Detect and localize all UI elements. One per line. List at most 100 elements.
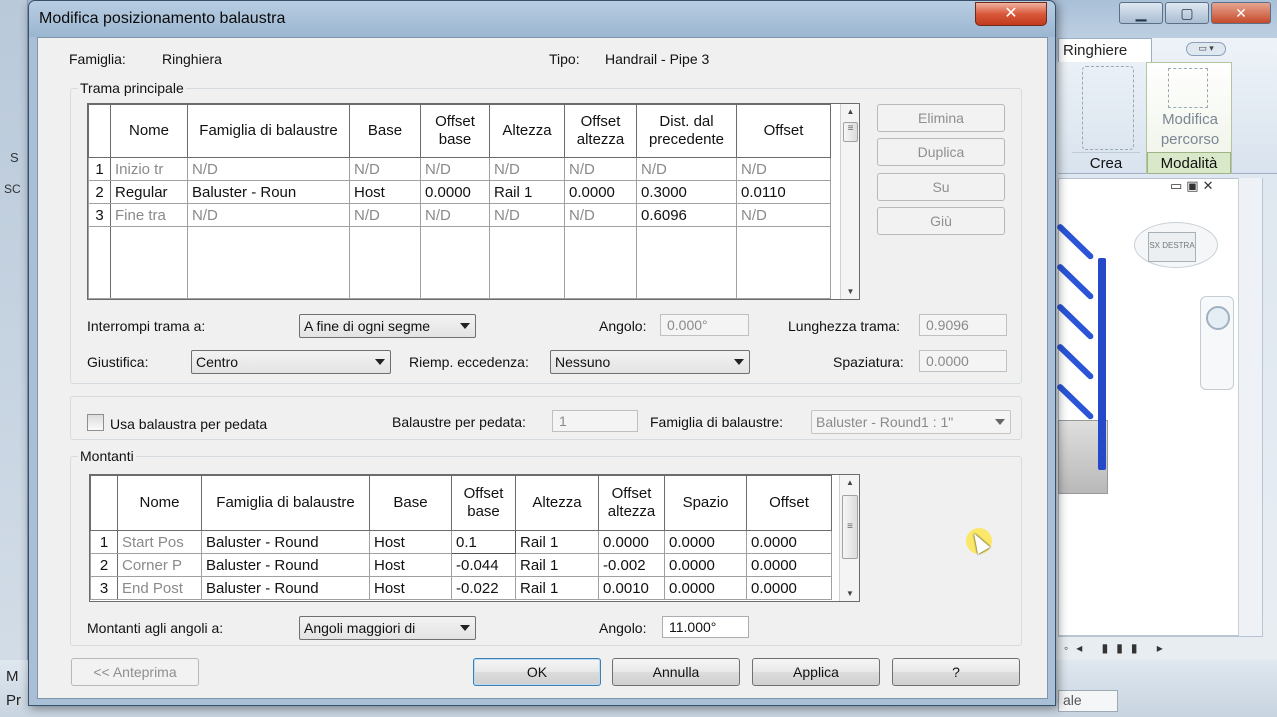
cell-spazio[interactable]: 0.0000 xyxy=(664,576,747,600)
cell-offset-base[interactable]: N/D xyxy=(420,157,490,181)
cell-offset-altezza[interactable]: 0.0000 xyxy=(564,180,637,204)
cell-offset[interactable]: 0.0110 xyxy=(736,180,831,204)
cell-offset-altezza[interactable]: N/D xyxy=(564,157,637,181)
su-button[interactable]: Su xyxy=(877,173,1005,201)
cell-famiglia[interactable]: N/D xyxy=(187,157,350,181)
cell-nome[interactable]: End Post xyxy=(117,576,202,600)
usa-balaustra-checkbox[interactable] xyxy=(87,414,104,431)
interrompi-trama-select[interactable]: A fine di ogni segme xyxy=(299,314,476,338)
montanti-col-offset[interactable]: Offset xyxy=(746,475,832,531)
cell-base[interactable]: Host xyxy=(369,553,452,577)
trama-col-famiglia[interactable]: Famiglia di balaustre xyxy=(187,104,350,158)
cell-dist[interactable]: 0.6096 xyxy=(636,203,737,227)
scroll-thumb[interactable]: ≡ xyxy=(842,495,858,559)
table-row[interactable]: 3 Fine tra N/D N/D N/D N/D N/D 0.6096 N/… xyxy=(88,203,831,227)
maximize-icon[interactable]: ▢ xyxy=(1165,2,1209,24)
montanti-col-famiglia[interactable]: Famiglia di balaustre xyxy=(201,475,370,531)
famiglia-balaustre-select[interactable]: Baluster - Round1 : 1" xyxy=(811,410,1011,434)
cell-nome[interactable]: Fine tra xyxy=(110,203,188,227)
cell-altezza[interactable]: Rail 1 xyxy=(515,530,599,554)
cell-altezza[interactable]: Rail 1 xyxy=(515,553,599,577)
crea-tools-icon[interactable] xyxy=(1082,66,1134,150)
steering-wheel-icon[interactable] xyxy=(1206,306,1230,330)
usa-balaustra-label[interactable]: Usa balaustra per pedata xyxy=(110,416,267,432)
riemp-eccedenza-select[interactable]: Nessuno xyxy=(550,350,750,374)
cell-altezza[interactable]: N/D xyxy=(489,157,565,181)
dialog-titlebar[interactable]: Modifica posizionamento balaustra ✕ xyxy=(29,1,1055,37)
cell-famiglia[interactable]: Baluster - Roun xyxy=(187,180,350,204)
elimina-button[interactable]: Elimina xyxy=(877,104,1005,132)
cell-famiglia[interactable]: Baluster - Round xyxy=(201,576,370,600)
trama-col-altezza[interactable]: Altezza xyxy=(489,104,565,158)
cell-nome[interactable]: Start Pos xyxy=(117,530,202,554)
cell-spazio[interactable]: 0.0000 xyxy=(664,553,747,577)
table-row[interactable]: 2 Corner P Baluster - Round Host -0.044 … xyxy=(90,553,832,577)
cell-famiglia[interactable]: N/D xyxy=(187,203,350,227)
trama-col-nome[interactable]: Nome xyxy=(110,104,188,158)
cell-offset-altezza[interactable]: -0.002 xyxy=(598,553,665,577)
montanti-col-offset-base[interactable]: Offset base xyxy=(451,475,516,531)
cell-spazio[interactable]: 0.0000 xyxy=(664,530,747,554)
montanti-col-spazio[interactable]: Spazio xyxy=(664,475,747,531)
trama-col-base[interactable]: Base xyxy=(349,104,421,158)
cell-nome[interactable]: Inizio tr xyxy=(110,157,188,181)
montanti-col-altezza[interactable]: Altezza xyxy=(515,475,599,531)
trama-col-offset-altezza[interactable]: Offset altezza xyxy=(564,104,637,158)
cell-offset-base[interactable]: N/D xyxy=(420,203,490,227)
cell-altezza[interactable]: Rail 1 xyxy=(489,180,565,204)
balaustre-per-pedata-field[interactable]: 1 xyxy=(552,410,638,432)
cell-offset-base[interactable]: -0.022 xyxy=(451,576,516,600)
giustifica-select[interactable]: Centro xyxy=(191,350,391,374)
cell-base[interactable]: Host xyxy=(369,530,452,554)
montanti-grid[interactable]: Nome Famiglia di balaustre Base Offset b… xyxy=(89,474,860,602)
ok-button[interactable]: OK xyxy=(473,658,601,686)
cell-nome[interactable]: Corner P xyxy=(117,553,202,577)
cell-base[interactable]: Host xyxy=(349,180,421,204)
montanti-col-base[interactable]: Base xyxy=(369,475,452,531)
ribbon-minimize-icon[interactable]: ▭ ▾ xyxy=(1186,42,1226,56)
ribbon-tab-ringhiere[interactable]: Ringhiere xyxy=(1058,38,1152,62)
cell-offset-altezza[interactable]: 0.0000 xyxy=(598,530,665,554)
cell-offset[interactable]: N/D xyxy=(736,203,831,227)
trama-col-dist[interactable]: Dist. dal precedente xyxy=(636,104,737,158)
scroll-up-icon[interactable]: ▲ xyxy=(840,475,859,491)
status-combo[interactable]: ale xyxy=(1058,690,1118,712)
cell-base[interactable]: N/D xyxy=(349,157,421,181)
modifica-percorso-label[interactable]: Modifica percorso xyxy=(1152,110,1228,150)
cell-famiglia[interactable]: Baluster - Round xyxy=(201,530,370,554)
viewport-window-controls[interactable]: ▭▣✕ xyxy=(1170,178,1217,194)
montanti-col-offset-altezza[interactable]: Offset altezza xyxy=(598,475,665,531)
cell-offset[interactable]: 0.0000 xyxy=(746,576,832,600)
table-row[interactable]: 3 End Post Baluster - Round Host -0.022 … xyxy=(90,576,832,600)
minimize-icon[interactable]: ▁ xyxy=(1119,2,1163,24)
scroll-thumb[interactable]: ≡ xyxy=(843,122,858,142)
cell-base[interactable]: Host xyxy=(369,576,452,600)
cell-offset-base-editing[interactable]: 0.1 xyxy=(451,530,516,554)
table-row[interactable]: 1 Start Pos Baluster - Round Host 0.1 Ra… xyxy=(90,530,832,554)
cell-altezza[interactable]: Rail 1 xyxy=(515,576,599,600)
modifica-percorso-icon[interactable] xyxy=(1168,68,1208,108)
spaziatura-field[interactable]: 0.0000 xyxy=(919,350,1007,372)
table-row[interactable]: 1 Inizio tr N/D N/D N/D N/D N/D N/D N/D xyxy=(88,157,831,181)
app-close-icon[interactable]: ✕ xyxy=(1211,2,1271,24)
lunghezza-trama-field[interactable]: 0.9096 xyxy=(919,314,1007,336)
cell-offset-altezza[interactable]: N/D xyxy=(564,203,637,227)
scroll-down-icon[interactable]: ▼ xyxy=(840,586,859,601)
table-row[interactable]: 2 Regular Baluster - Roun Host 0.0000 Ra… xyxy=(88,180,831,204)
annulla-button[interactable]: Annulla xyxy=(612,658,740,686)
trama-col-offset[interactable]: Offset xyxy=(736,104,831,158)
viewport-scrollbar[interactable] xyxy=(1238,178,1262,636)
duplica-button[interactable]: Duplica xyxy=(877,138,1005,166)
scroll-down-icon[interactable]: ▼ xyxy=(841,284,859,299)
montanti-angoli-select[interactable]: Angoli maggiori di xyxy=(299,616,476,640)
cell-base[interactable]: N/D xyxy=(349,203,421,227)
montanti-scrollbar[interactable]: ▲ ≡ ▼ xyxy=(839,475,859,601)
view-control-bar[interactable]: ◦◂ ▮▮▮ ▸ xyxy=(1058,636,1263,660)
trama-grid[interactable]: Nome Famiglia di balaustre Base Offset b… xyxy=(87,103,860,300)
trama-col-offset-base[interactable]: Offset base xyxy=(420,104,490,158)
viewcube[interactable]: SX DESTRA xyxy=(1148,232,1196,262)
giu-button[interactable]: Giù xyxy=(877,207,1005,235)
cell-offset-base[interactable]: -0.044 xyxy=(451,553,516,577)
cell-offset[interactable]: 0.0000 xyxy=(746,530,832,554)
cell-dist[interactable]: N/D xyxy=(636,157,737,181)
